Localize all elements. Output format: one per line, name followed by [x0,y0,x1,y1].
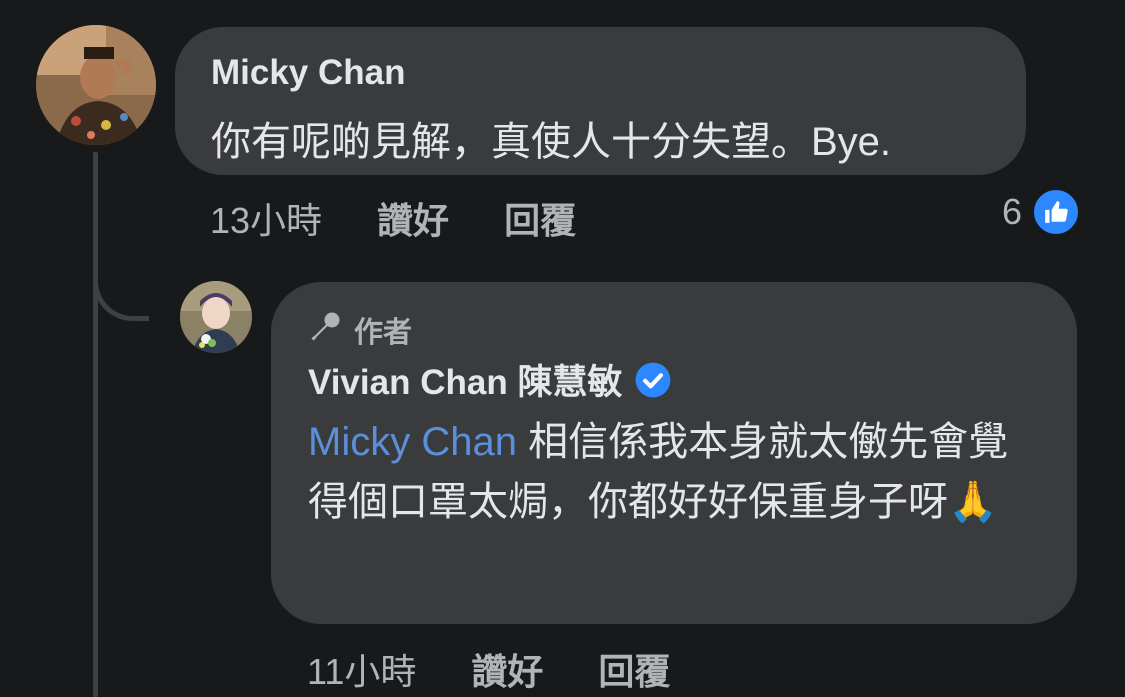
microphone-icon [308,308,344,352]
timestamp[interactable]: 13小時 [210,192,322,244]
reply-button[interactable]: 回覆 [504,192,576,244]
comment-actions: 13小時 讚好 回覆 [210,192,631,244]
avatar-micky-chan[interactable] [36,25,156,145]
like-button[interactable]: 讚好 [377,192,449,244]
avatar-vivian-chan[interactable] [180,281,252,353]
reply-button[interactable]: 回覆 [598,643,670,695]
author-tag-label: 作者 [354,317,413,349]
reaction-count: 6 [1002,191,1023,232]
thread-line [93,152,98,697]
author-badge: 作者 [308,308,412,352]
mention-link[interactable]: Micky Chan [308,420,517,464]
verified-badge-icon [634,361,672,399]
author-name-row: Vivian Chan 陳慧敏 [308,354,672,405]
like-button[interactable]: 讚好 [471,643,543,695]
author-name[interactable]: Micky Chan [211,53,406,93]
reply-connector [93,255,149,321]
timestamp[interactable]: 11小時 [307,643,416,695]
reaction-summary[interactable]: 6 [1002,188,1081,236]
comment-thread: Micky Chan 你有呢啲見解，真使人十分失望。Bye. 13小時 讚好 回… [0,0,1125,697]
reply-text: Micky Chan 相信係我本身就太𠍁先會覺得個口罩太焗，你都好好保重身子呀🙏 [308,412,1048,532]
comment-text: 你有呢啲見解，真使人十分失望。Bye. [211,120,892,164]
author-name[interactable]: Vivian Chan 陳慧敏 [308,354,622,405]
folded-hands-emoji: 🙏 [948,480,998,524]
thumbs-up-icon [1032,188,1081,236]
reply-actions: 11小時 讚好 回覆 [307,643,725,695]
